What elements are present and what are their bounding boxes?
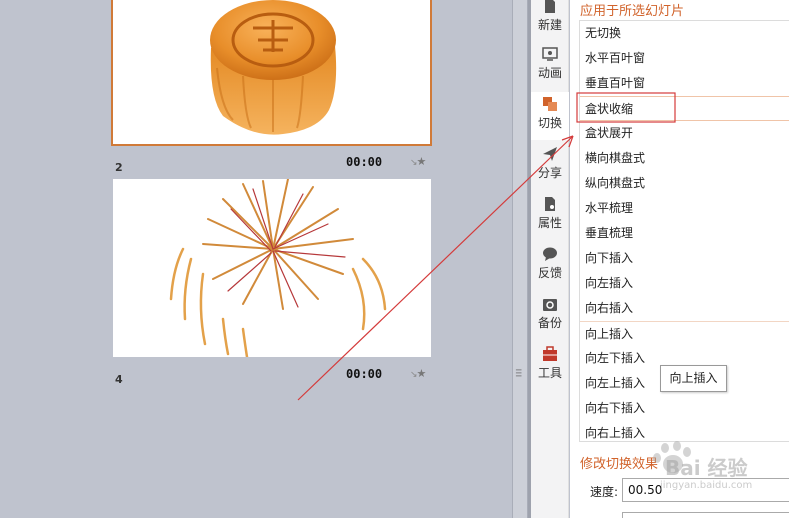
list-item[interactable]: 纵向棋盘式 bbox=[580, 171, 789, 196]
nav-item-tools[interactable]: 工具 bbox=[531, 342, 569, 390]
star-icon[interactable]: ↘★ bbox=[410, 367, 426, 380]
mooncake-image bbox=[210, 0, 337, 135]
slide-1-time: 00:00 bbox=[346, 155, 383, 169]
animation-icon bbox=[542, 47, 558, 61]
slide-number-4: 4 bbox=[115, 373, 123, 386]
list-item[interactable]: 水平百叶窗 bbox=[580, 46, 789, 71]
nav-item-properties[interactable]: 属性 bbox=[531, 192, 569, 240]
speed-label: 速度: bbox=[590, 485, 619, 499]
list-item[interactable]: 向左插入 bbox=[580, 271, 789, 296]
slide-thumbnail-1[interactable] bbox=[111, 0, 432, 146]
grip-icon: ─ ─ ─ bbox=[516, 366, 522, 382]
list-item[interactable]: 无切换 bbox=[580, 21, 789, 46]
tooltip: 向上插入 bbox=[660, 365, 727, 392]
list-item[interactable]: 垂直百叶窗 bbox=[580, 71, 789, 96]
transition-icon bbox=[543, 97, 557, 111]
fireworks-image bbox=[169, 179, 387, 357]
nav-item-new[interactable]: 新建 bbox=[531, 0, 569, 42]
slide-2-time: 00:00 bbox=[346, 367, 383, 381]
list-item[interactable]: 向右下插入 bbox=[580, 396, 789, 421]
watermark-text: Bai 经验 bbox=[665, 456, 748, 480]
share-icon bbox=[543, 147, 557, 161]
nav-item-share[interactable]: 分享 bbox=[531, 142, 569, 190]
list-item[interactable]: 垂直梳理 bbox=[580, 221, 789, 246]
slide-number-2: 2 bbox=[115, 161, 123, 174]
backup-icon bbox=[543, 299, 557, 311]
sound-select[interactable] bbox=[622, 512, 789, 518]
pane-splitter[interactable]: ─ ─ ─ bbox=[512, 0, 528, 518]
list-item[interactable]: 盒状展开 bbox=[580, 121, 789, 146]
list-item[interactable]: 向右插入 bbox=[580, 296, 789, 321]
watermark-url: jingyan.baidu.com bbox=[660, 480, 753, 491]
nav-item-feedback[interactable]: 反馈 bbox=[531, 242, 569, 290]
properties-icon bbox=[545, 197, 555, 211]
list-item[interactable]: 水平梳理 bbox=[580, 196, 789, 221]
list-item[interactable]: 向下插入 bbox=[580, 246, 789, 271]
apply-section-title: 应用于所选幻灯片 bbox=[580, 4, 685, 19]
watermark: Bai 经验 jingyan.baidu.com bbox=[645, 438, 785, 498]
list-item-hover[interactable]: 向上插入 bbox=[580, 321, 789, 346]
list-item-selected[interactable]: 盒状收缩 bbox=[580, 96, 789, 121]
feedback-icon bbox=[543, 247, 557, 261]
nav-item-backup[interactable]: 备份 bbox=[531, 292, 569, 340]
list-item[interactable]: 横向棋盘式 bbox=[580, 146, 789, 171]
nav-item-animation[interactable]: 动画 bbox=[531, 42, 569, 90]
slide-thumbnail-pane: 00:00 ↘★ 2 00:00 ↘★ 4 bbox=[0, 0, 512, 518]
task-pane-nav: 新建 动画 切换 分享 属性 反馈 备份 工具 bbox=[531, 0, 569, 518]
toolbox-icon bbox=[543, 346, 557, 361]
slide-thumbnail-2[interactable] bbox=[113, 179, 431, 357]
new-doc-icon bbox=[545, 0, 555, 13]
star-icon[interactable]: ↘★ bbox=[410, 155, 426, 168]
nav-item-transition[interactable]: 切换 bbox=[531, 92, 569, 140]
